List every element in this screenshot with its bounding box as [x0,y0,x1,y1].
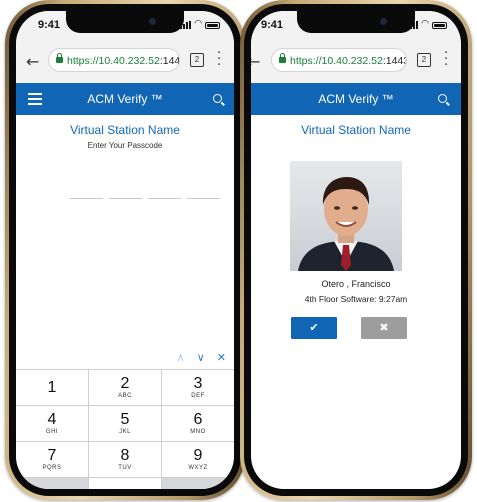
more-options-icon[interactable]: · · · [444,47,448,72]
person-name: Otero , Francisco [321,279,391,289]
tab-count-button[interactable]: 2 [190,53,204,67]
next-field-icon[interactable]: ∨ [197,351,205,364]
notch [66,11,184,33]
confirm-button[interactable]: ✔ [291,317,337,339]
station-name: Virtual Station Name [301,123,411,137]
phone-screen: 9:41 ◠ ← https://10.40.232.52:1443 2 ···… [16,11,234,489]
status-time: 9:41 [261,19,284,31]
key-8[interactable]: 8 TUV [89,442,162,477]
browser-toolbar: ← https://10.40.232.52:1443 2 ··· [16,41,234,84]
battery-icon [432,22,447,29]
checkmark-icon: ✔ [309,321,319,334]
app-header: ACM Verify ™ [251,83,461,115]
passcode-prompt: Enter Your Passcode [87,141,163,150]
backspace-key[interactable]: ✕ [162,478,234,489]
url-field[interactable]: https://10.40.232.52:1443 [271,48,407,72]
lock-icon [56,53,63,63]
passcode-digit-slot[interactable] [109,198,142,199]
portrait-image [290,161,402,271]
key-6[interactable]: 6 MNO [162,406,234,441]
tab-count-button[interactable]: 2 [417,53,431,67]
browser-toolbar: ← https://10.40.232.52:1443 2 ··· [251,41,461,84]
key-7[interactable]: 7 PQRS [16,442,89,477]
key-5[interactable]: 5 JKL [89,406,162,441]
search-icon[interactable] [438,94,447,103]
lock-icon [279,53,286,63]
notch [297,11,415,33]
left-phone: 9:41 ◠ ← https://10.40.232.52:1443 2 ···… [5,0,245,500]
close-keyboard-icon[interactable]: ✕ [217,351,226,364]
person-location-time: 4th Floor Software: 9:27am [304,294,408,304]
reject-button[interactable]: ✖ [361,317,407,339]
passcode-digit-slot[interactable] [148,198,181,199]
url-host: https://10.40.232.52 [290,55,383,67]
search-icon[interactable] [213,94,222,103]
status-icons: ◠ [180,20,220,29]
app-header: ACM Verify ™ [16,83,234,115]
url-port: :1443 [159,55,180,67]
numeric-keypad: 1 2 ABC 3 DEF 4 GHI 5 JKL 6 MNO 7 PQRS 8 TUV 9W… [16,369,234,489]
url-port: :1443 [382,55,407,67]
key-0[interactable]: 0 [89,478,162,489]
status-time: 9:41 [38,19,61,31]
keyboard-accessory-bar: ∧ ∨ ✕ [177,351,226,364]
url-host: https://10.40.232.52 [67,55,160,67]
x-icon: ✖ [379,321,389,334]
app-title: ACM Verify ™ [318,92,394,106]
key-4[interactable]: 4 GHI [16,406,89,441]
battery-icon [205,22,220,29]
more-options-icon[interactable]: · · · [217,47,221,72]
right-phone: 9:41 ◠ ← https://10.40.232.52:1443 2 · · ·… [240,0,472,500]
key-symbols[interactable]: +*# [16,478,89,489]
url-field[interactable]: https://10.40.232.52:1443 [48,48,180,72]
key-3[interactable]: 3 DEF [162,370,234,405]
app-title: ACM Verify ™ [87,92,163,106]
back-arrow-icon[interactable]: ← [251,54,260,70]
key-9[interactable]: 9 WXYZ [162,442,234,477]
station-name: Virtual Station Name [70,123,180,137]
key-2[interactable]: 2 ABC [89,370,162,405]
passcode-digit-slot[interactable] [70,198,103,199]
previous-field-icon[interactable]: ∧ [177,351,185,364]
passcode-digit-slot[interactable] [187,198,220,199]
wifi-icon: ◠ [421,19,429,29]
key-1[interactable]: 1 [16,370,89,405]
phone-screen: 9:41 ◠ ← https://10.40.232.52:1443 2 ···… [251,11,461,489]
passcode-field[interactable] [70,198,220,199]
back-arrow-icon[interactable]: ← [26,54,39,70]
person-photo [290,161,402,271]
wifi-icon: ◠ [194,19,202,29]
